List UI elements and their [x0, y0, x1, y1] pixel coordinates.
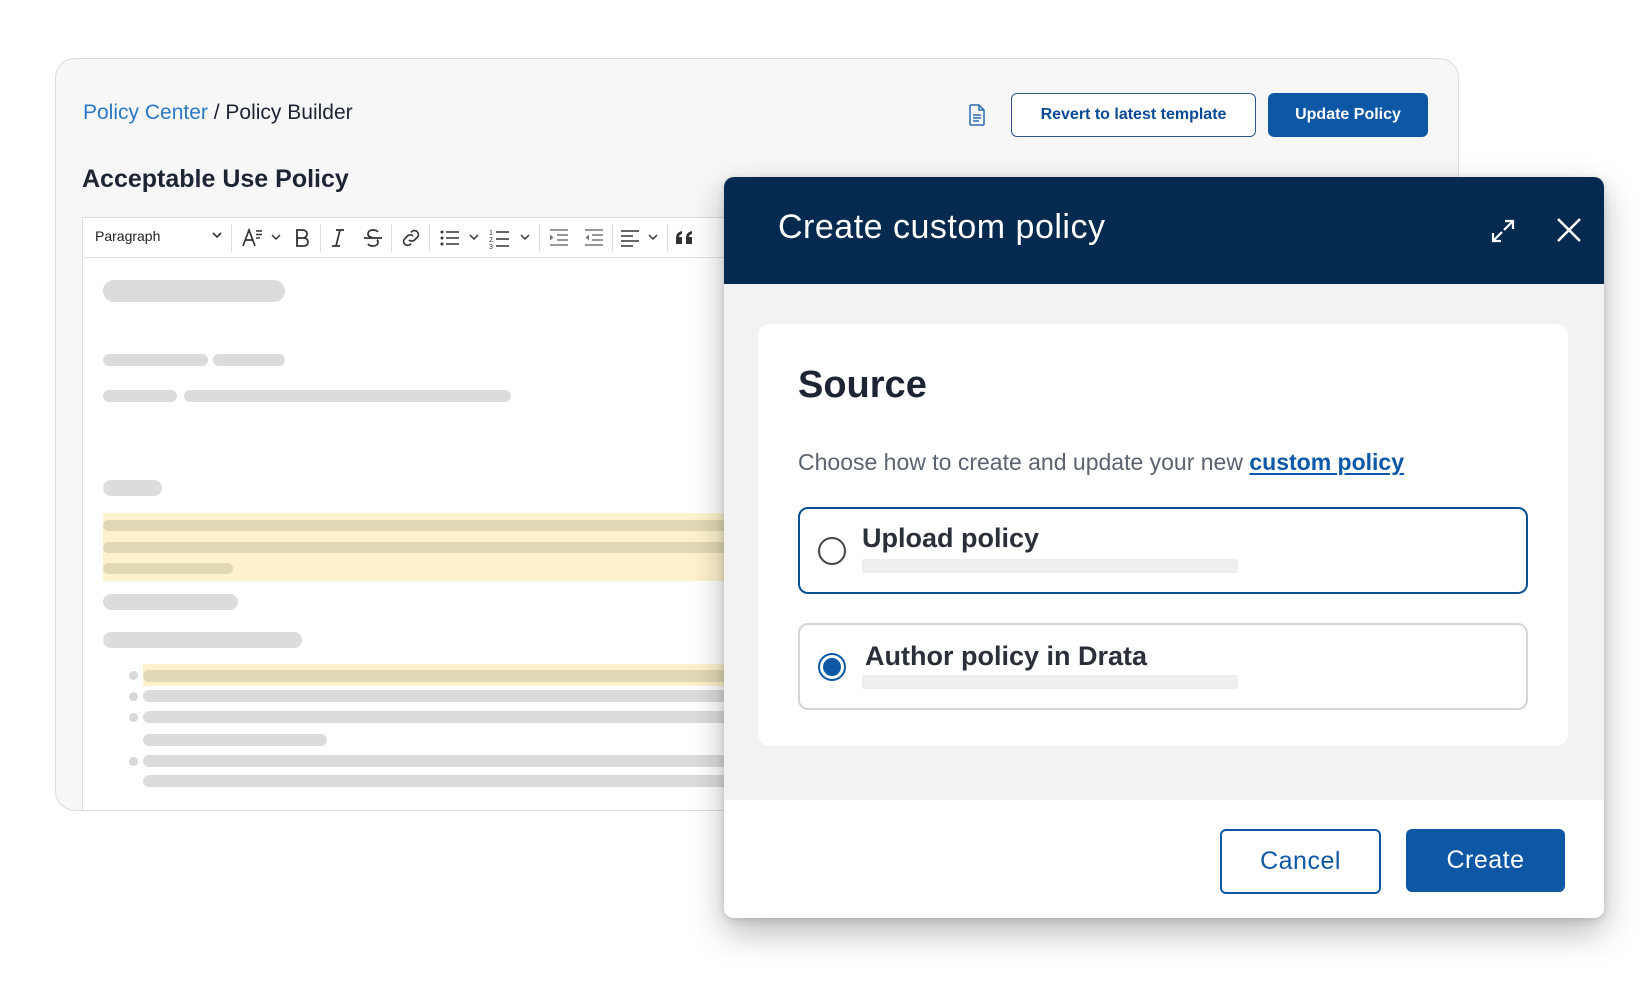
skeleton-line: [143, 690, 733, 702]
chevron-down-icon[interactable]: [468, 231, 480, 243]
option-label: Upload policy: [862, 523, 1040, 553]
skeleton-line: [103, 542, 733, 553]
skeleton-line: [103, 632, 302, 648]
source-description: Choose how to create and update your new…: [798, 449, 1404, 476]
skeleton-line: [103, 520, 733, 531]
italic-icon[interactable]: [326, 226, 350, 250]
list-bullet: [129, 671, 138, 680]
close-icon[interactable]: [1554, 215, 1584, 245]
indent-icon[interactable]: [547, 226, 571, 250]
svg-text:1: 1: [489, 230, 493, 237]
toolbar-divider: [429, 224, 430, 252]
outdent-icon[interactable]: [582, 226, 606, 250]
skeleton-line: [103, 480, 162, 496]
chevron-down-icon[interactable]: [647, 231, 659, 243]
skeleton-line: [103, 563, 233, 574]
source-description-text: Choose how to create and update your new: [798, 449, 1250, 475]
toolbar-divider: [231, 224, 232, 252]
source-card: Source Choose how to create and update y…: [758, 324, 1568, 746]
link-icon[interactable]: [399, 226, 423, 250]
breadcrumb-current: Policy Builder: [225, 101, 353, 124]
create-custom-policy-modal: Create custom policy Source Choose how t…: [724, 177, 1604, 918]
custom-policy-link[interactable]: custom policy: [1249, 449, 1404, 475]
modal-header: Create custom policy: [724, 177, 1604, 284]
update-policy-button[interactable]: Update Policy: [1268, 93, 1428, 137]
breadcrumb-policy-center-link[interactable]: Policy Center: [83, 101, 208, 124]
toolbar-divider: [320, 224, 321, 252]
skeleton-line: [103, 594, 238, 610]
skeleton-line: [143, 734, 327, 746]
option-label: Author policy in Drata: [865, 641, 1148, 671]
bold-icon[interactable]: [290, 226, 314, 250]
source-title: Source: [798, 364, 927, 406]
author-policy-option[interactable]: Author policy in Drata: [798, 623, 1528, 710]
revert-to-template-button[interactable]: Revert to latest template: [1011, 93, 1256, 137]
list-bullet: [129, 713, 138, 722]
skeleton-line: [143, 775, 733, 787]
toolbar-divider: [391, 224, 392, 252]
chevron-down-icon[interactable]: [270, 231, 282, 243]
skeleton-line: [213, 354, 285, 366]
skeleton-line: [143, 755, 733, 767]
policy-title: Acceptable Use Policy: [82, 165, 349, 193]
strikethrough-icon[interactable]: [361, 226, 385, 250]
bulleted-list-icon[interactable]: [438, 226, 462, 250]
upload-policy-option[interactable]: Upload policy: [798, 507, 1528, 594]
skeleton-line: [103, 280, 285, 302]
modal-footer: Cancel Create: [724, 800, 1604, 918]
skeleton-line: [143, 670, 733, 682]
svg-text:3: 3: [489, 244, 493, 250]
author-policy-radio[interactable]: [818, 653, 846, 681]
skeleton-line: [103, 354, 208, 366]
svg-text:2: 2: [489, 237, 493, 244]
expand-icon[interactable]: [1489, 217, 1517, 245]
skeleton-line: [184, 390, 511, 402]
skeleton-line: [103, 390, 177, 402]
toolbar-divider: [667, 224, 668, 252]
cancel-button[interactable]: Cancel: [1220, 829, 1381, 894]
numbered-list-icon[interactable]: 123: [488, 226, 512, 250]
list-bullet: [129, 692, 138, 701]
align-icon[interactable]: [618, 226, 642, 250]
upload-policy-radio[interactable]: [818, 537, 846, 565]
block-style-select[interactable]: Paragraph: [95, 228, 160, 244]
chevron-down-icon[interactable]: [210, 228, 224, 242]
blockquote-icon[interactable]: [673, 226, 697, 250]
skeleton-line: [143, 711, 733, 723]
document-icon[interactable]: [968, 104, 986, 126]
list-bullet: [129, 757, 138, 766]
font-size-icon[interactable]: [240, 226, 264, 250]
chevron-down-icon[interactable]: [519, 231, 531, 243]
breadcrumb: Policy Center / Policy Builder: [83, 101, 353, 125]
modal-title: Create custom policy: [778, 208, 1106, 246]
create-button[interactable]: Create: [1406, 829, 1565, 892]
toolbar-divider: [539, 224, 540, 252]
toolbar-divider: [612, 224, 613, 252]
breadcrumb-separator: /: [207, 101, 226, 124]
option-description-placeholder: [862, 559, 1238, 573]
modal-body: Source Choose how to create and update y…: [724, 284, 1604, 800]
option-description-placeholder: [862, 675, 1238, 689]
